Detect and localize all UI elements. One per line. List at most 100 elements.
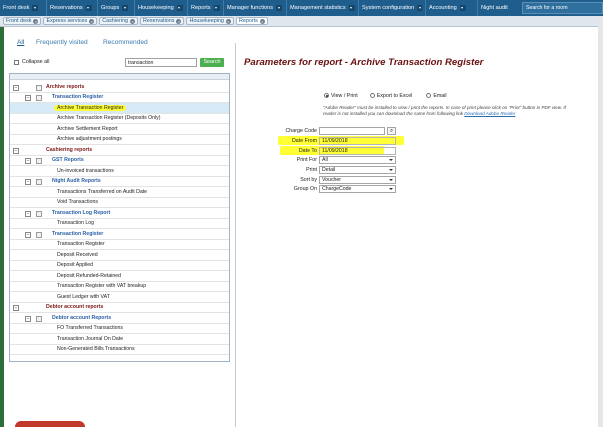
tree-item-label: Deposit Applied (57, 262, 94, 269)
report-filter-input[interactable]: transaction (125, 58, 197, 67)
radio-icon[interactable] (324, 93, 329, 99)
collapse-toggle-icon[interactable]: − (13, 305, 19, 311)
tree-group[interactable]: − Transaction Register (10, 93, 229, 103)
chip-reports[interactable]: Reports × (235, 17, 268, 25)
close-icon[interactable]: × (259, 18, 265, 24)
tree-item-label: Void Transactions (57, 199, 98, 206)
collapse-all-row[interactable]: Collapse all (14, 59, 49, 65)
group-on-select[interactable]: ChargeCode (319, 185, 396, 193)
radio-icon[interactable] (369, 93, 375, 99)
scrollbar[interactable] (598, 16, 603, 427)
nav-accounting[interactable]: Accounting (426, 0, 478, 16)
nav-reservations[interactable]: Reservations (47, 0, 98, 16)
panel-divider (235, 43, 236, 427)
chip-front-desk[interactable]: Front desk × (3, 17, 42, 25)
search-button[interactable]: Search (200, 58, 224, 67)
tree-group[interactable]: − Debtor account Reports (10, 313, 229, 324)
tree-report-item[interactable]: Non-Generated Bills Transactions (10, 345, 229, 355)
tree-report-item[interactable]: Archive Transaction Register (10, 103, 229, 114)
nav-groups[interactable]: Groups (98, 0, 135, 16)
collapse-toggle-icon[interactable]: − (25, 158, 31, 164)
tree-report-item[interactable]: Deposit Refunded-Retained (10, 271, 229, 282)
collapse-toggle-icon[interactable]: − (25, 95, 31, 101)
tree-item-label: Archive reports (46, 83, 85, 90)
collapse-toggle-icon[interactable]: − (25, 231, 31, 238)
chevron-down-icon[interactable] (122, 5, 129, 11)
tree-report-item[interactable]: Transaction Log (10, 219, 229, 229)
date-to-field[interactable]: 11/09/2018 (319, 147, 396, 155)
sort-by-select[interactable]: Voucher (319, 176, 396, 184)
close-icon[interactable]: × (225, 18, 231, 24)
output-email[interactable]: Email (426, 93, 447, 99)
chevron-down-icon[interactable] (213, 5, 220, 11)
collapse-toggle-icon[interactable]: − (25, 210, 31, 217)
tab-all[interactable]: All (17, 39, 24, 46)
tree-report-item[interactable]: FO Transferred Transactions (10, 324, 229, 334)
close-icon[interactable]: × (89, 18, 95, 24)
tree-report-item[interactable]: Void Transactions (10, 198, 229, 208)
tree-group[interactable]: − GST Reports (10, 156, 229, 166)
tree-report-item[interactable]: Transactions Transferred on Audit Date (10, 187, 229, 198)
tree-report-item[interactable]: Transaction Journal On Date (10, 334, 229, 345)
nav-management-statistics[interactable]: Management statistics (287, 0, 359, 16)
collapse-toggle-icon[interactable]: − (25, 179, 31, 185)
bottom-tab[interactable] (15, 421, 85, 427)
tree-report-item[interactable]: Archive Settlement Report (10, 124, 229, 135)
chip-housekeeping[interactable]: Housekeeping × (186, 17, 234, 25)
room-search-input[interactable]: Search for a room (522, 2, 603, 14)
chevron-down-icon[interactable] (417, 5, 422, 11)
chevron-down-icon[interactable] (348, 5, 355, 11)
nav-reports[interactable]: Reports (188, 0, 224, 16)
print-for-select[interactable]: All (319, 156, 396, 164)
chevron-down-icon[interactable] (85, 5, 92, 11)
tree-report-item[interactable]: Transaction Register with VAT breakup (10, 282, 229, 292)
download-adobe-link[interactable]: Download Adobe Reader (464, 111, 515, 116)
tree-report-item[interactable]: Archive adjustment postings (10, 135, 229, 145)
output-export-excel[interactable]: Export to Excel (369, 93, 412, 99)
chevron-down-icon[interactable] (276, 5, 283, 11)
tab-frequently-visited[interactable]: Frequently visited (36, 39, 88, 46)
collapse-toggle-icon[interactable]: − (13, 147, 19, 154)
nav-night-audit[interactable]: Night audit (478, 0, 518, 16)
tree-report-item[interactable]: Deposit Applied (10, 261, 229, 271)
collapse-toggle-icon[interactable]: − (25, 315, 31, 322)
tree-category[interactable]: − Debtor account reports (10, 303, 229, 313)
tree-group[interactable]: − Transaction Register (10, 229, 229, 240)
close-icon[interactable]: × (130, 18, 135, 24)
chevron-down-icon[interactable] (176, 5, 183, 11)
tree-group[interactable]: − Transaction Log Report (10, 208, 229, 219)
tree-report-item[interactable]: Archive Transaction Register (Deposits O… (10, 114, 229, 124)
output-view-print[interactable]: View / Print (324, 93, 358, 99)
field-value: 11/09/2018 (322, 148, 348, 154)
search-icon[interactable]: ⌕ (387, 127, 396, 135)
nav-housekeeping[interactable]: Housekeeping (135, 0, 188, 16)
nav-system-configuration[interactable]: System configuration (359, 0, 426, 16)
nav-front-desk[interactable]: Front desk (0, 0, 47, 16)
radio-icon[interactable] (426, 93, 432, 99)
tab-recommended[interactable]: Recommended (103, 39, 148, 46)
print-select[interactable]: Detail (319, 166, 396, 174)
tree-category[interactable]: − Archive reports (10, 82, 229, 93)
tree-report-item[interactable]: Un-invoiced transactions (10, 166, 229, 177)
tree-report-item[interactable]: Transaction Register (10, 240, 229, 250)
tree-report-item[interactable]: Guest Ledger with VAT (10, 292, 229, 303)
chevron-down-icon[interactable] (32, 5, 39, 11)
collapse-all-checkbox[interactable] (14, 59, 19, 65)
chip-reservations[interactable]: Reservations × (140, 17, 185, 25)
tree-item-label: Non-Generated Bills Transactions (57, 346, 135, 353)
field-value: All (322, 157, 328, 163)
date-from-field[interactable]: 11/09/2018 (319, 137, 396, 145)
chip-express-services[interactable]: Express services × (43, 17, 98, 25)
close-icon[interactable]: × (33, 18, 39, 24)
close-icon[interactable]: × (176, 18, 182, 24)
tree-group[interactable]: − Night Audit Reports (10, 177, 229, 187)
folder-icon (36, 84, 42, 91)
nav-manager-functions[interactable]: Manager functions (224, 0, 287, 16)
chevron-down-icon[interactable] (459, 5, 466, 11)
folder-icon (36, 95, 42, 101)
charge-code-field[interactable] (319, 127, 385, 135)
chip-cashiering[interactable]: Cashiering × (99, 17, 138, 25)
collapse-toggle-icon[interactable]: − (13, 84, 19, 91)
tree-category[interactable]: − Cashiering reports (10, 145, 229, 156)
tree-report-item[interactable]: Deposit Received (10, 250, 229, 261)
